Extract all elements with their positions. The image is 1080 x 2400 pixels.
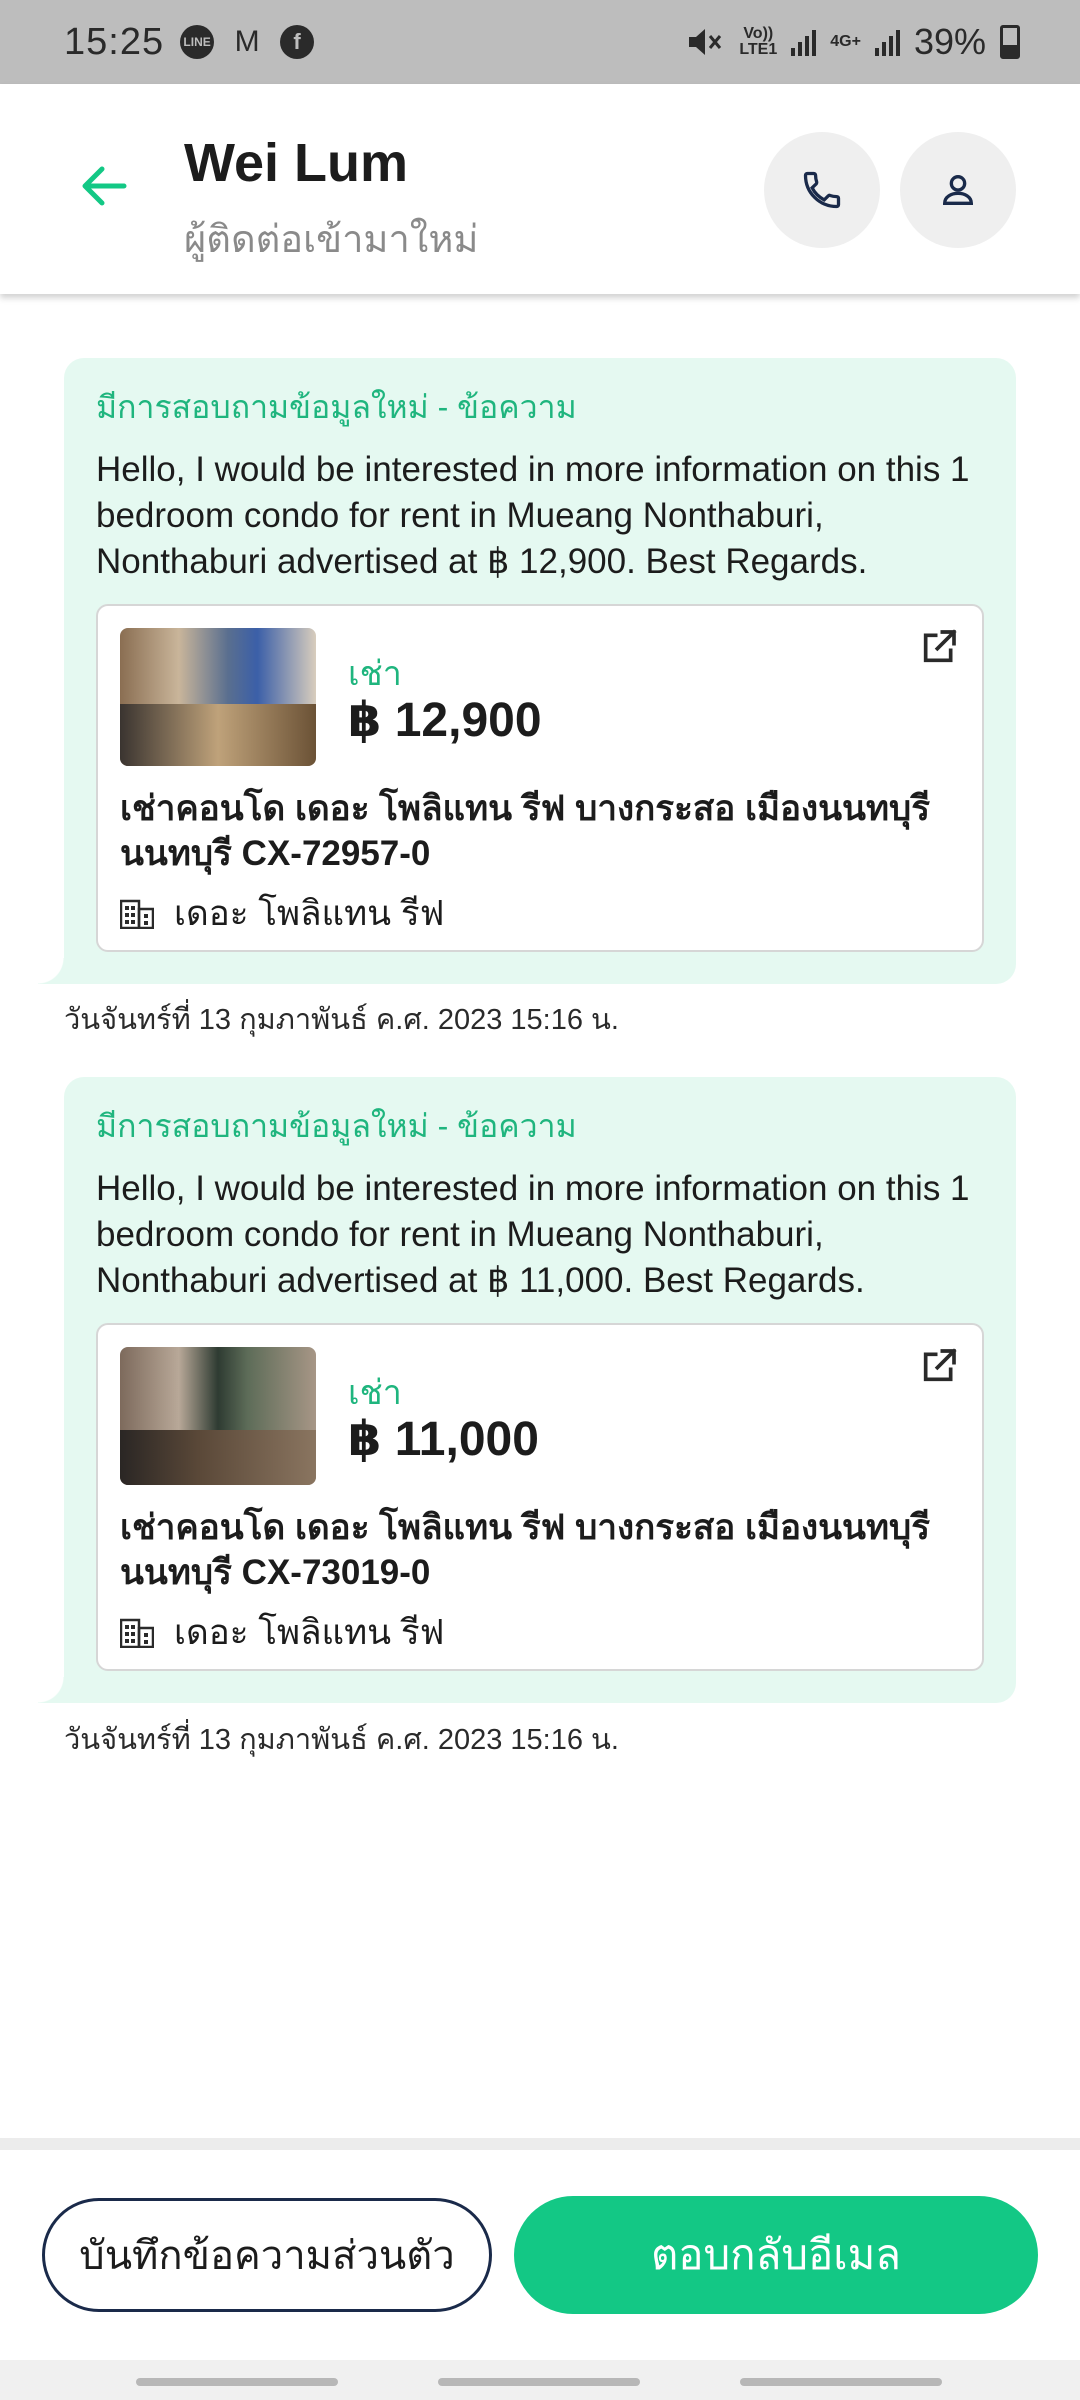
message-body: Hello, I would be interested in more inf… bbox=[96, 1169, 970, 1300]
profile-button[interactable] bbox=[900, 132, 1016, 248]
signal-strength-icon-2 bbox=[874, 28, 900, 56]
signal-strength-icon bbox=[791, 28, 817, 56]
facebook-icon: f bbox=[280, 25, 315, 59]
status-right: Vo)) LTE1 4G+ 39% bbox=[685, 21, 1020, 63]
listing-price: ฿ 12,900 bbox=[348, 694, 542, 747]
volte-indicator: Vo)) LTE1 bbox=[739, 26, 777, 58]
message-subject: มีการสอบถามข้อมูลใหม่ - ข้อความ bbox=[96, 389, 577, 425]
message-bubble: มีการสอบถามข้อมูลใหม่ - ข้อความ Hello, I… bbox=[38, 1077, 1016, 1703]
volte-label: Vo)) bbox=[743, 25, 774, 42]
contact-status: ผู้ติดต่อเข้ามาใหม่ bbox=[184, 219, 479, 261]
listing-project-name: เดอะ โพลิแทน รีฟ bbox=[174, 894, 445, 933]
app-header: Wei Lum ผู้ติดต่อเข้ามาใหม่ bbox=[0, 84, 1080, 294]
call-button[interactable] bbox=[764, 132, 880, 248]
listing-price: ฿ 11,000 bbox=[348, 1413, 539, 1466]
message-timestamp: วันจันทร์ที่ 13 กุมภาพันธ์ ค.ศ. 2023 15:… bbox=[64, 1004, 619, 1036]
contact-name: Wei Lum bbox=[184, 133, 409, 193]
status-bar: 15:25 LINE M f Vo)) LTE1 4G+ 39% bbox=[0, 0, 1080, 84]
navigation-bar bbox=[0, 2360, 1080, 2400]
bottom-divider bbox=[0, 2138, 1080, 2150]
nav-back-handle[interactable] bbox=[740, 2378, 942, 2386]
open-external-icon[interactable] bbox=[916, 1343, 962, 1389]
listing-project-name: เดอะ โพลิแทน รีฟ bbox=[174, 1613, 445, 1652]
listing-photo bbox=[120, 628, 316, 766]
message-timestamp: วันจันทร์ที่ 13 กุมภาพันธ์ ค.ศ. 2023 15:… bbox=[64, 1724, 619, 1756]
battery-icon bbox=[1000, 25, 1020, 59]
message-subject: มีการสอบถามข้อมูลใหม่ - ข้อความ bbox=[96, 1108, 577, 1144]
listing-card[interactable]: เช่า ฿ 11,000 เช่าคอนโด เดอะ โพลิแทน รีฟ… bbox=[96, 1323, 984, 1671]
mute-icon bbox=[689, 29, 722, 55]
listing-photo bbox=[120, 1347, 316, 1485]
reply-email-button[interactable]: ตอบกลับอีเมล bbox=[514, 2196, 1038, 2314]
listing-card[interactable]: เช่า ฿ 12,900 เช่าคอนโด เดอะ โพลิแทน รีฟ… bbox=[96, 604, 984, 952]
gmail-icon: M bbox=[234, 25, 260, 58]
battery-percent: 39% bbox=[913, 21, 986, 62]
listing-project: เดอะ โพลิแทน รีฟ bbox=[120, 886, 444, 941]
back-button[interactable] bbox=[62, 144, 146, 228]
open-external-icon[interactable] bbox=[916, 624, 962, 670]
message-body: Hello, I would be interested in more inf… bbox=[96, 450, 970, 581]
listing-title: เช่าคอนโด เดอะ โพลิแทน รีฟ บางกระสอ เมือ… bbox=[120, 1508, 931, 1592]
status-time: 15:25 bbox=[64, 20, 165, 63]
status-left: 15:25 LINE M f bbox=[64, 20, 315, 64]
phone-icon bbox=[803, 171, 841, 209]
arrow-left-icon bbox=[82, 166, 127, 206]
building-icon bbox=[120, 1618, 154, 1648]
listing-project: เดอะ โพลิแทน รีฟ bbox=[120, 1605, 444, 1660]
network-type: 4G+ bbox=[830, 33, 861, 50]
nav-home-handle[interactable] bbox=[438, 2378, 640, 2386]
line-icon: LINE bbox=[180, 25, 215, 59]
private-note-button[interactable]: บันทึกข้อความส่วนตัว bbox=[42, 2198, 492, 2312]
message-bubble: มีการสอบถามข้อมูลใหม่ - ข้อความ Hello, I… bbox=[38, 358, 1016, 984]
action-bar: บันทึกข้อความส่วนตัว ตอบกลับอีเมล bbox=[0, 2150, 1080, 2360]
lte-label: LTE1 bbox=[739, 41, 778, 58]
listing-title: เช่าคอนโด เดอะ โพลิแทน รีฟ บางกระสอ เมือ… bbox=[120, 789, 931, 873]
person-icon bbox=[942, 175, 974, 205]
building-icon bbox=[120, 899, 154, 929]
nav-recents-handle[interactable] bbox=[136, 2378, 338, 2386]
